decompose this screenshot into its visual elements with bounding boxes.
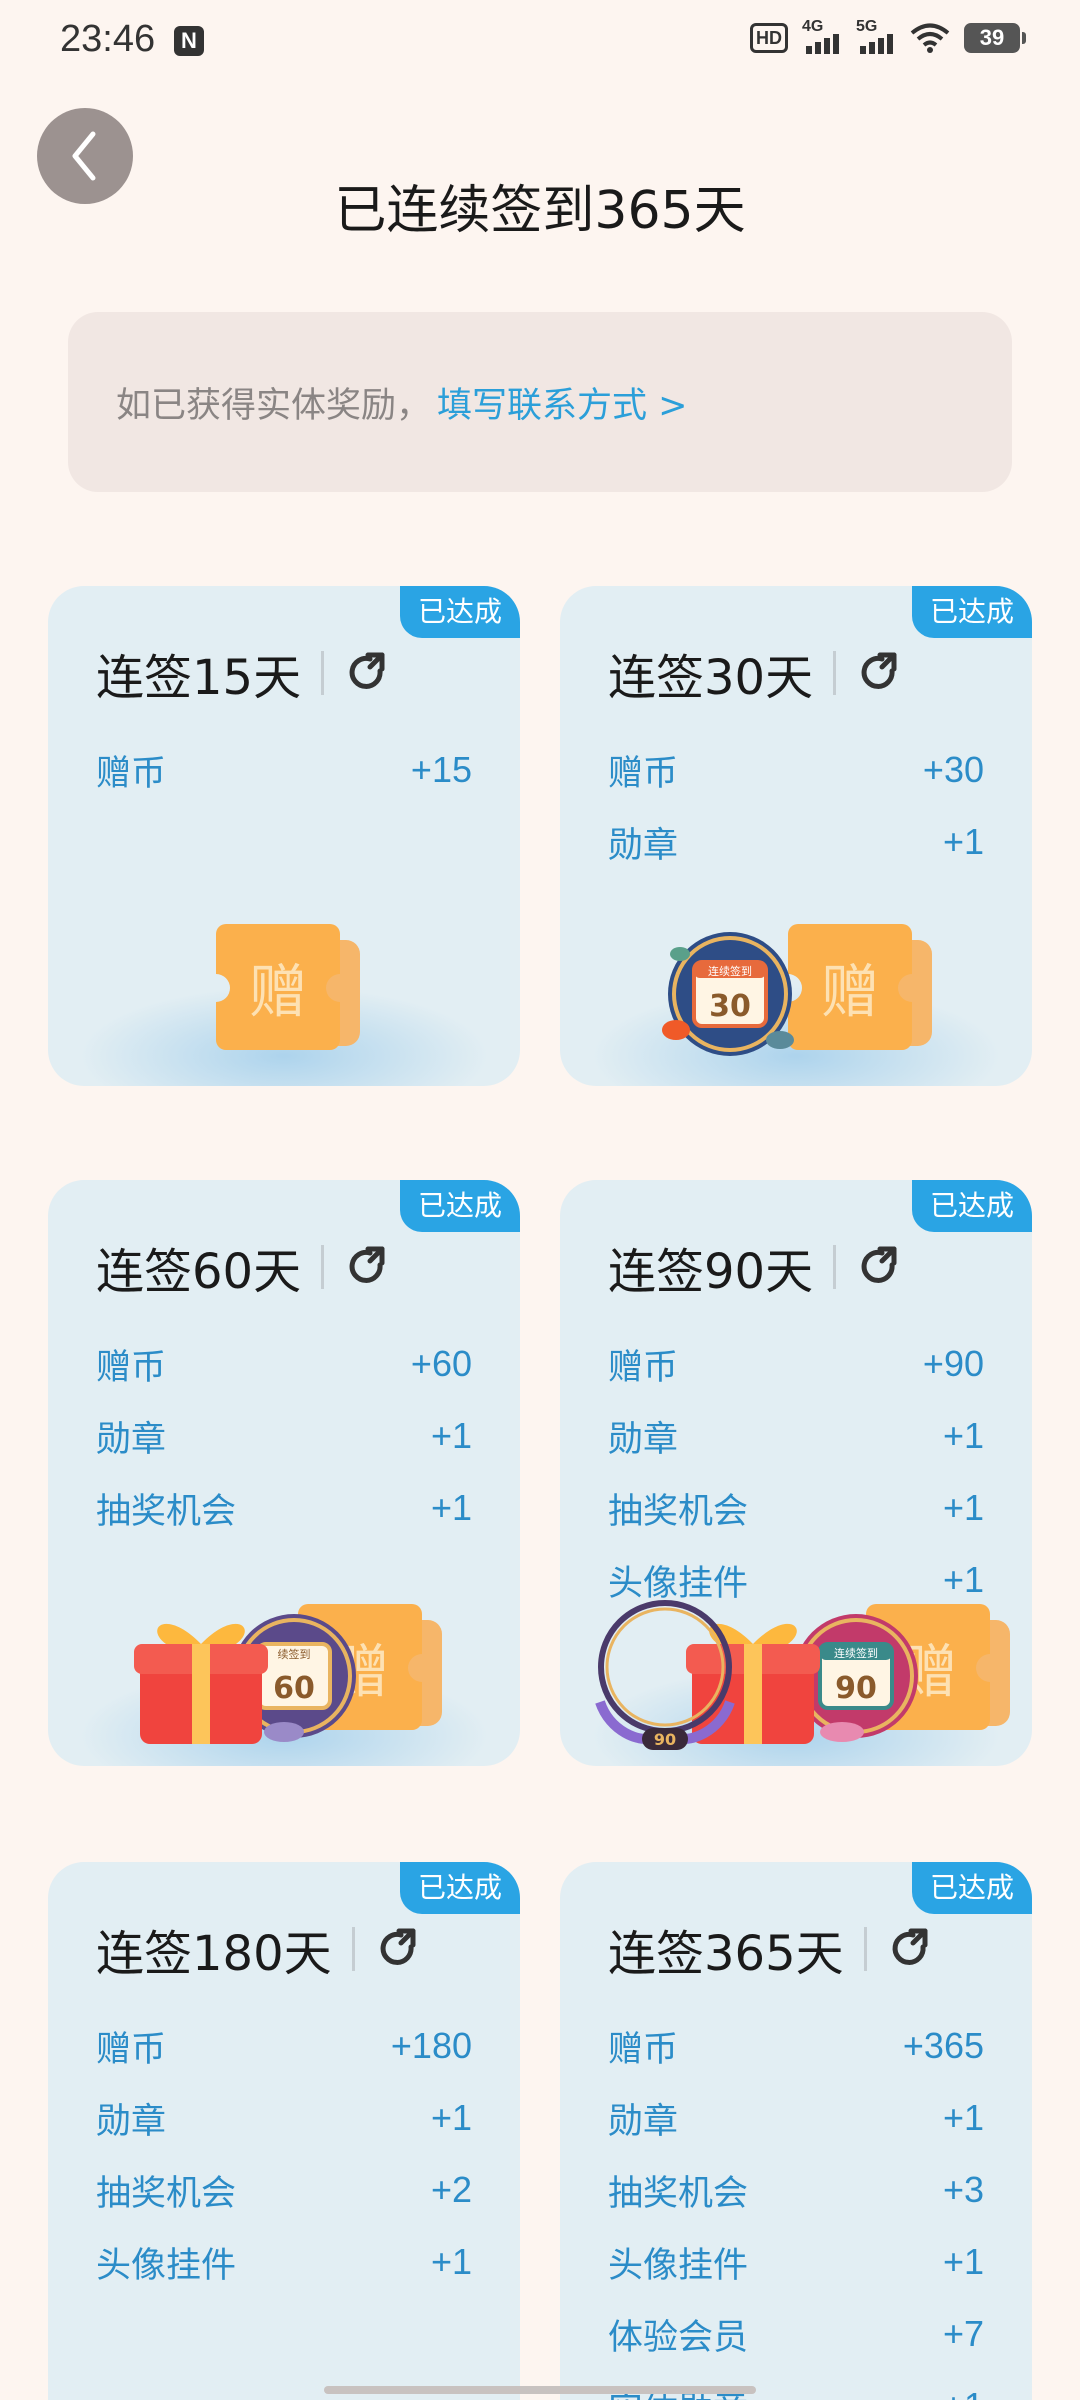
svg-text:续签到: 续签到 — [278, 1647, 311, 1661]
reward-row: 赠币 +90 — [608, 1343, 984, 1388]
gift-icon — [134, 1623, 268, 1744]
card-title: 连签365天 — [608, 1926, 844, 1982]
svg-text:连续签到: 连续签到 — [708, 964, 752, 978]
reward-card-180[interactable]: 已达成 连签180天 赠币 +180 勋章 +1 抽奖机会 +2 头像挂件 +1 — [48, 1862, 520, 2400]
reward-row: 赠币 +15 — [96, 749, 472, 794]
achieved-badge: 已达成 — [911, 1862, 1032, 1914]
reward-card-30[interactable]: 已达成 连签30天 赠币 +30 勋章 +1 赠 连续签到 30 — [560, 586, 1032, 1086]
share-icon[interactable] — [858, 1245, 902, 1289]
signal-5g-icon: 5G — [856, 18, 896, 54]
page-title: 已连续签到365天 — [334, 181, 746, 241]
reward-row: 头像挂件 +1 — [608, 2241, 984, 2286]
card-title: 连签60天 — [96, 1244, 302, 1300]
reward-card-15[interactable]: 已达成 连签15天 赠币 +15 赠 — [48, 586, 520, 1086]
medal-icon: 连续签到 30 — [662, 932, 794, 1056]
ticket-icon: 赠 — [216, 924, 360, 1050]
svg-text:赠: 赠 — [249, 958, 307, 1026]
fill-contact-link[interactable]: 填写联系方式 > — [437, 377, 687, 428]
achieved-badge: 已达成 — [399, 1862, 520, 1914]
svg-text:30: 30 — [709, 989, 751, 1024]
svg-text:60: 60 — [273, 1671, 315, 1706]
reward-row: 实体勋章+1 — [608, 2370, 984, 2400]
reward-row: 体验会员 +7 — [608, 2313, 984, 2358]
status-time: 23:46 — [60, 18, 156, 60]
share-icon[interactable] — [346, 1245, 390, 1289]
reward-card-365[interactable]: 已达成 连签365天 赠币 +365 勋章 +1 抽奖机会 +3 头像挂件 +1 体验会… — [560, 1862, 1032, 2400]
reward-row: 赠币 +365 — [608, 2025, 984, 2070]
share-icon[interactable] — [346, 651, 390, 695]
reward-row: 抽奖机会 +1 — [608, 1487, 984, 1532]
hd-icon: HD — [750, 23, 788, 53]
ticket-icon: 赠 — [788, 924, 932, 1050]
contact-notice: 如已获得实体奖励， 填写联系方式 > — [68, 312, 1012, 492]
battery-icon: 39 — [964, 23, 1026, 53]
avatar-frame-icon: 90 — [595, 1600, 735, 1750]
reward-card-60[interactable]: 已达成 连签60天 赠币 +60 勋章 +1 抽奖机会 +1 赠 续签到 60 — [48, 1180, 520, 1766]
status-bar: 23:46 N HD 4G 5G 39 — [0, 0, 1080, 84]
card-title: 连签30天 — [608, 650, 814, 706]
card-title: 连签90天 — [608, 1244, 814, 1300]
reward-row: 抽奖机会 +3 — [608, 2169, 984, 2214]
reward-row: 赠币 +30 — [608, 749, 984, 794]
reward-row: 赠币 +180 — [96, 2025, 472, 2070]
share-icon[interactable] — [858, 651, 902, 695]
reward-row: 头像挂件 +1 — [96, 2241, 472, 2286]
svg-text:90: 90 — [835, 1671, 877, 1706]
reward-row: 勋章 +1 — [608, 1415, 984, 1460]
reward-row: 抽奖机会 +1 — [96, 1487, 472, 1532]
reward-row: 抽奖机会 +2 — [96, 2169, 472, 2214]
notice-text: 如已获得实体奖励， — [116, 385, 432, 426]
achieved-badge: 已达成 — [399, 586, 520, 638]
achieved-badge: 已达成 — [399, 1180, 520, 1232]
card-title: 连签15天 — [96, 650, 302, 706]
signal-4g-icon: 4G — [802, 18, 842, 54]
reward-row: 勋章 +1 — [608, 821, 984, 866]
reward-row: 勋章 +1 — [96, 1415, 472, 1460]
reward-row: 赠币 +60 — [96, 1343, 472, 1388]
wifi-icon — [910, 23, 950, 53]
achieved-badge: 已达成 — [911, 1180, 1032, 1232]
svg-text:90: 90 — [654, 1730, 676, 1749]
card-title: 连签180天 — [96, 1926, 332, 1982]
share-icon[interactable] — [377, 1927, 421, 1971]
svg-text:赠: 赠 — [821, 958, 879, 1026]
svg-text:连续签到: 连续签到 — [834, 1646, 878, 1660]
reward-card-90[interactable]: 已达成 连签90天 赠币 +90 勋章 +1 抽奖机会 +1 头像挂件 +1 赠 连续签… — [560, 1180, 1032, 1766]
reward-row: 勋章 +1 — [96, 2097, 472, 2142]
reward-row: 勋章 +1 — [608, 2097, 984, 2142]
achieved-badge: 已达成 — [911, 586, 1032, 638]
notification-n-icon: N — [174, 26, 204, 56]
share-icon[interactable] — [889, 1927, 933, 1971]
home-indicator[interactable] — [324, 2386, 756, 2394]
